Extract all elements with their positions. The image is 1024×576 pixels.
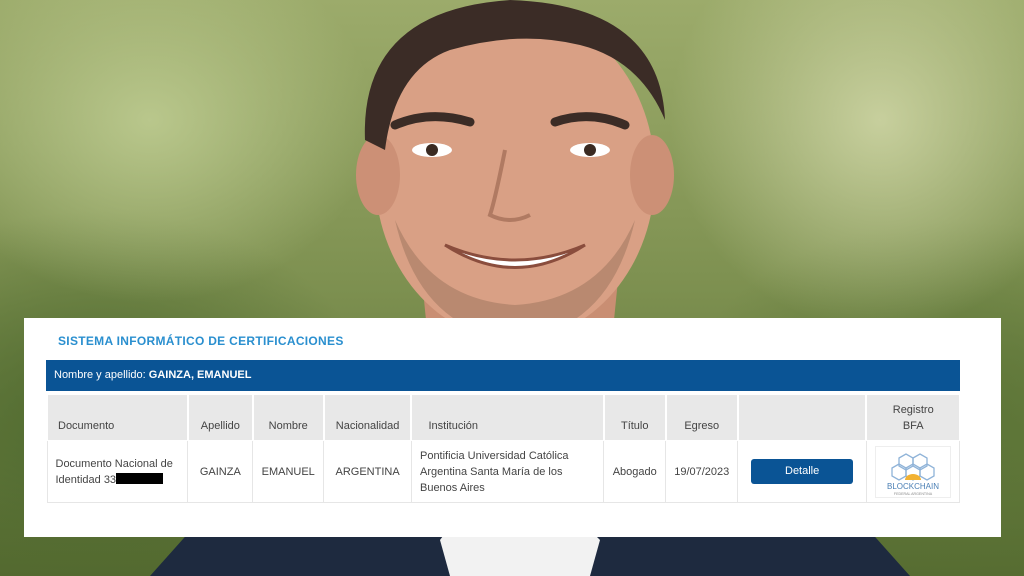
table-header-row: Documento Apellido Nombre Nacionalidad I… bbox=[46, 394, 961, 441]
header-institucion: Institución bbox=[410, 394, 605, 441]
header-registro-bfa: Registro BFA bbox=[865, 394, 961, 441]
detalle-button[interactable]: Detalle bbox=[751, 459, 854, 484]
name-label: Nombre y apellido: bbox=[54, 369, 146, 381]
header-documento: Documento bbox=[46, 394, 189, 441]
header-registro-line1: Registro bbox=[892, 403, 934, 416]
table-row: Documento Nacional de Identidad 33 GAINZ… bbox=[46, 440, 961, 503]
cell-titulo: Abogado bbox=[603, 440, 667, 503]
documento-line2: Identidad 33 bbox=[55, 473, 117, 486]
certification-panel: SISTEMA INFORMÁTICO DE CERTIFICACIONES N… bbox=[24, 318, 1001, 537]
documento-line1: Documento Nacional de bbox=[55, 457, 173, 470]
header-accion bbox=[736, 394, 867, 441]
bfa-logo-icon[interactable]: BLOCKCHAIN FEDERAL ARGENTINA bbox=[874, 445, 951, 498]
cell-egreso: 19/07/2023 bbox=[665, 440, 739, 503]
header-egreso: Egreso bbox=[664, 394, 739, 441]
cell-registro-bfa[interactable]: BLOCKCHAIN FEDERAL ARGENTINA bbox=[865, 440, 961, 503]
documento-line2-wrap: Identidad 33 bbox=[56, 472, 180, 488]
cell-nombre: EMANUEL bbox=[252, 440, 325, 503]
header-registro-line2: BFA bbox=[902, 419, 924, 432]
cell-nacionalidad: ARGENTINA bbox=[323, 440, 412, 503]
redaction-bar bbox=[116, 472, 164, 484]
panel-title: SISTEMA INFORMÁTICO DE CERTIFICACIONES bbox=[58, 334, 344, 348]
name-bar: Nombre y apellido: GAINZA, EMANUEL bbox=[46, 360, 960, 391]
name-value: GAINZA, EMANUEL bbox=[148, 369, 252, 381]
cell-documento: Documento Nacional de Identidad 33 bbox=[46, 440, 189, 503]
bfa-logo-subtext: FEDERAL ARGENTINA bbox=[894, 492, 933, 496]
cell-apellido: GAINZA bbox=[187, 440, 254, 503]
header-nacionalidad: Nacionalidad bbox=[322, 394, 412, 441]
cell-institucion: Pontificia Universidad Católica Argentin… bbox=[410, 440, 605, 503]
header-titulo: Título bbox=[602, 394, 667, 441]
cell-accion: Detalle bbox=[737, 440, 867, 503]
certificates-table: Documento Apellido Nombre Nacionalidad I… bbox=[46, 394, 961, 503]
header-apellido: Apellido bbox=[186, 394, 254, 441]
bfa-logo-text: BLOCKCHAIN bbox=[887, 482, 939, 491]
header-nombre: Nombre bbox=[251, 394, 325, 441]
